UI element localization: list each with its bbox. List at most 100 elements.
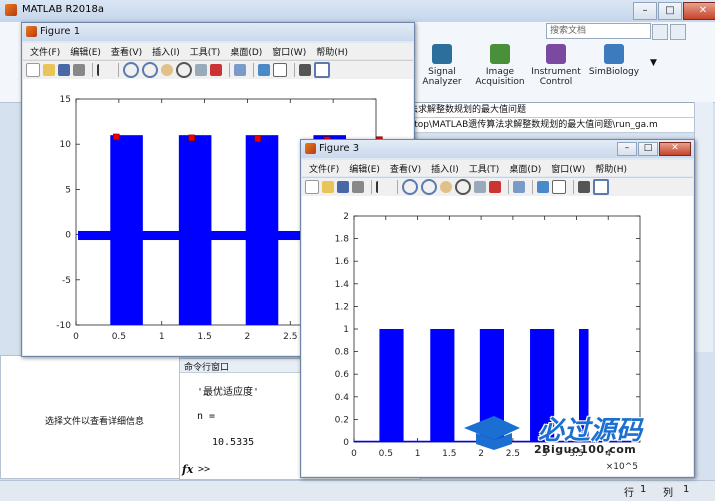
menu-view[interactable]: 查看(V) [111, 45, 142, 58]
menu-file[interactable]: 文件(F) [30, 45, 60, 58]
pan-icon[interactable] [440, 181, 452, 193]
matlab-logo-icon [5, 4, 17, 16]
status-col-label: 列 [663, 488, 673, 499]
zoom-out-icon[interactable] [421, 179, 437, 195]
x-tick-label: 1 [159, 332, 165, 342]
print-icon[interactable] [73, 64, 85, 76]
new-figure-icon[interactable] [26, 63, 40, 77]
figure3-close-button[interactable]: ✕ [659, 142, 691, 156]
hide-plot-tools-icon[interactable] [578, 181, 590, 193]
pointer-icon[interactable] [97, 64, 111, 76]
link-plot-icon[interactable] [234, 64, 246, 76]
search-documentation-input[interactable]: 搜索文档 [546, 23, 651, 39]
menu-view[interactable]: 查看(V) [390, 162, 421, 175]
figure3-menu-bar: 文件(F) 编辑(E) 查看(V) 插入(I) 工具(T) 桌面(D) 窗口(W… [302, 160, 693, 176]
y-tick-label: 1.8 [335, 235, 350, 245]
figure3-title-bar: Figure 3 – □ ✕ [301, 140, 694, 158]
status-col-value: 1 [683, 484, 690, 495]
figure1-title-bar: Figure 1 [22, 23, 414, 41]
zoom-out-icon[interactable] [142, 62, 158, 78]
file-details-panel: 选择文件以查看详细信息 [0, 355, 180, 479]
menu-file[interactable]: 文件(F) [309, 162, 339, 175]
zoom-in-icon[interactable] [402, 179, 418, 195]
x-tick-label: 1.5 [442, 449, 456, 459]
data-cursor-icon[interactable] [474, 181, 486, 193]
brush-icon[interactable] [210, 64, 222, 76]
menu-tools[interactable]: 工具(T) [190, 45, 221, 58]
figure3-title: Figure 3 [319, 143, 360, 154]
figure3-maximize-button[interactable]: □ [638, 142, 658, 156]
bar [379, 329, 404, 442]
save-icon[interactable] [58, 64, 70, 76]
y-tick-label: 15 [60, 95, 71, 105]
print-icon[interactable] [352, 181, 364, 193]
rotate-icon[interactable] [176, 62, 192, 78]
y-tick-label: 0 [343, 438, 349, 448]
x-tick-label: 0.5 [379, 449, 393, 459]
help-icon[interactable] [670, 24, 686, 40]
menu-desktop[interactable]: 桌面(D) [509, 162, 541, 175]
editor-file-path[interactable]: ktop\MATLAB遗传算法求解整数规划的最大值问题\run_ga.m [405, 117, 698, 133]
hide-plot-tools-icon[interactable] [299, 64, 311, 76]
figure3-minimize-button[interactable]: – [617, 142, 637, 156]
app-simbiology[interactable]: SimBiology [583, 44, 645, 77]
menu-desktop[interactable]: 桌面(D) [230, 45, 262, 58]
y-tick-label: -5 [62, 276, 71, 286]
rotate-icon[interactable] [455, 179, 471, 195]
app-signal-analyzer[interactable]: Signal Analyzer [411, 44, 473, 87]
apps-gallery-expand-icon[interactable]: ▼ [650, 58, 657, 68]
app-instrument-control[interactable]: Instrument Control [525, 44, 587, 87]
pan-icon[interactable] [161, 64, 173, 76]
colorbar-icon[interactable] [537, 181, 549, 193]
minimize-button[interactable]: – [633, 2, 657, 20]
link-plot-icon[interactable] [513, 181, 525, 193]
function-browser-icon[interactable]: fx [182, 463, 193, 476]
y-tick-label: 1 [343, 325, 349, 335]
x-tick-label: 1 [415, 449, 421, 459]
menu-window[interactable]: 窗口(W) [272, 45, 306, 58]
menu-help[interactable]: 帮助(H) [316, 45, 348, 58]
figure-icon [305, 143, 316, 154]
series-burst [178, 135, 212, 325]
simbiology-icon [604, 44, 624, 64]
show-plot-tools-icon[interactable] [314, 62, 330, 78]
y-tick-label: 0 [65, 231, 71, 241]
close-button[interactable]: ✕ [683, 2, 715, 20]
data-marker [188, 134, 195, 142]
y-tick-label: 1.4 [335, 280, 350, 290]
status-bar: 行 1 列 1 [0, 480, 715, 501]
menu-edit[interactable]: 编辑(E) [349, 162, 380, 175]
command-output-line: 10.5335 [212, 437, 255, 448]
data-cursor-icon[interactable] [195, 64, 207, 76]
x-tick-label: 0.5 [112, 332, 126, 342]
open-icon[interactable] [43, 64, 55, 76]
menu-window[interactable]: 窗口(W) [551, 162, 585, 175]
legend-icon[interactable] [273, 63, 287, 77]
new-figure-icon[interactable] [305, 180, 319, 194]
menu-insert[interactable]: 插入(I) [431, 162, 459, 175]
series-burst [245, 135, 279, 325]
y-tick-label: 1.2 [335, 302, 349, 312]
zoom-in-icon[interactable] [123, 62, 139, 78]
app-image-acquisition[interactable]: Image Acquisition [469, 44, 531, 87]
show-plot-tools-icon[interactable] [593, 179, 609, 195]
colorbar-icon[interactable] [258, 64, 270, 76]
menu-help[interactable]: 帮助(H) [595, 162, 627, 175]
pointer-icon[interactable] [376, 181, 390, 193]
x-tick-label: 1.5 [197, 332, 211, 342]
search-button[interactable] [652, 24, 668, 40]
graduation-cap-icon [464, 416, 520, 450]
legend-icon[interactable] [552, 180, 566, 194]
current-folder-path[interactable]: 法求解整数规划的最大值问题 [405, 102, 698, 118]
save-icon[interactable] [337, 181, 349, 193]
menu-tools[interactable]: 工具(T) [469, 162, 500, 175]
command-prompt[interactable]: >> [198, 464, 210, 475]
workspace-side-panel[interactable] [694, 102, 713, 352]
menu-edit[interactable]: 编辑(E) [70, 45, 101, 58]
maximize-button[interactable]: □ [658, 2, 682, 20]
menu-insert[interactable]: 插入(I) [152, 45, 180, 58]
brush-icon[interactable] [489, 181, 501, 193]
y-tick-label: -10 [56, 321, 71, 331]
open-icon[interactable] [322, 181, 334, 193]
matlab-window-title: MATLAB R2018a [22, 4, 105, 15]
